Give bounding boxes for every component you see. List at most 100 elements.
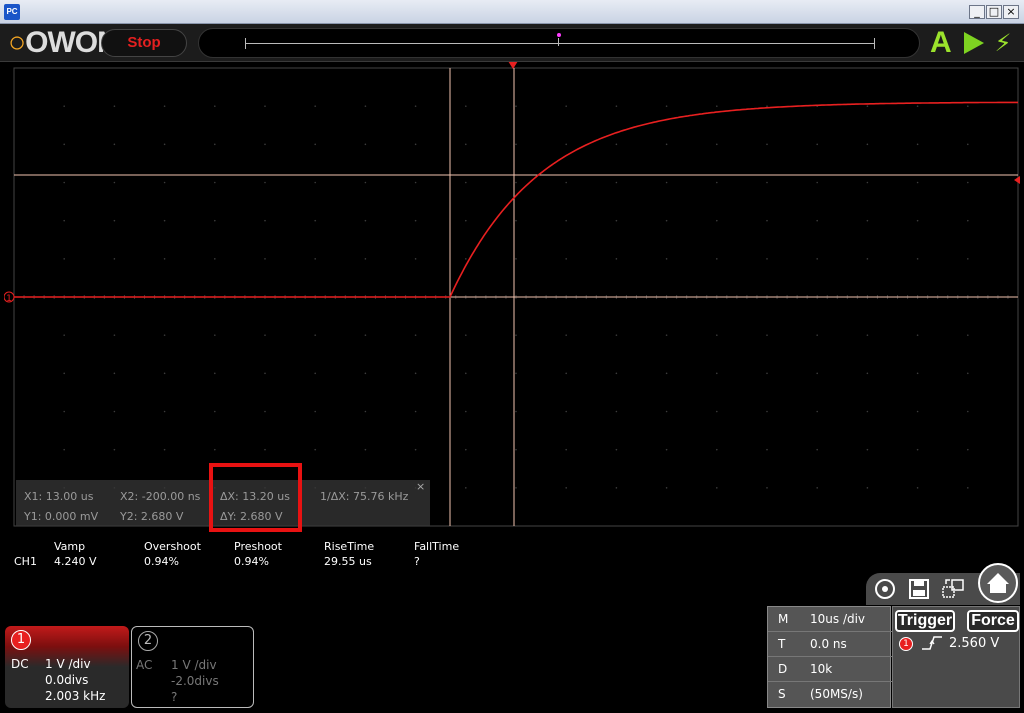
grid-dot	[615, 448, 618, 451]
grid-dot	[515, 448, 517, 451]
grid-dot	[465, 487, 467, 489]
grid-dot	[716, 181, 718, 184]
minimize-button[interactable]: _	[969, 5, 985, 19]
force-trigger-icon[interactable]: ⚡	[992, 29, 1014, 57]
screenshot-icon[interactable]	[870, 575, 900, 603]
grid-dot	[465, 448, 467, 451]
toolbar: ○ OWON Stop A ⚡	[0, 24, 1024, 62]
grid-dot	[615, 258, 618, 260]
waveform-position-bar[interactable]	[198, 28, 920, 58]
trigger-level-value: 2.560 V	[949, 636, 1000, 651]
grid-dot	[665, 219, 668, 222]
cursor-panel-close-icon[interactable]: ×	[416, 480, 425, 493]
grid-dot	[866, 143, 869, 146]
grid-dot	[314, 143, 317, 146]
grid-dot	[63, 334, 65, 336]
grid-dot	[163, 219, 166, 222]
close-button[interactable]: ×	[1003, 5, 1019, 19]
grid-dot	[364, 410, 367, 413]
grid-dot	[314, 334, 317, 336]
grid-dot	[465, 334, 467, 336]
trigger-button[interactable]: Trigger	[895, 610, 955, 632]
grid-dot	[63, 219, 65, 222]
grid-dot	[515, 372, 517, 375]
channel-2-panel[interactable]: 2 AC 1 V /div -2.0divs ?	[131, 626, 254, 708]
grid-dot	[766, 181, 768, 184]
waveform-display[interactable]: 1	[4, 62, 1020, 532]
grid-dot	[63, 181, 65, 184]
title-bar: PC _ □ ×	[0, 0, 1024, 24]
grid-dot	[465, 181, 467, 184]
swap-icon[interactable]	[938, 575, 968, 603]
grid-dot	[264, 143, 266, 146]
grid-dot	[314, 448, 317, 451]
grid-dot	[465, 410, 467, 413]
grid-dot	[816, 258, 818, 260]
timebase-row-s[interactable]: S (50MS/s)	[768, 682, 892, 707]
grid-dot	[515, 143, 517, 146]
grid-dot	[214, 181, 216, 184]
grid-dot	[665, 448, 668, 451]
timebase-row-m[interactable]: M 10us /div	[768, 607, 892, 632]
timebase-panel[interactable]: M 10us /div T 0.0 ns D 10k S (50MS/s)	[767, 606, 892, 708]
grid-dot	[967, 487, 969, 489]
timebase-row-t[interactable]: T 0.0 ns	[768, 632, 892, 657]
channel-1-panel[interactable]: 1 DC 1 V /div 0.0divs 2.003 kHz	[5, 626, 129, 708]
grid-dot	[565, 410, 567, 413]
grid-dot	[113, 448, 116, 451]
timebase-key-s: S	[778, 687, 786, 701]
grid-dot	[565, 487, 567, 489]
grid-dot	[967, 143, 969, 146]
grid-dot	[967, 258, 969, 260]
cursor-y1-value: Y1: 0.000 mV	[24, 510, 99, 523]
grid-dot	[716, 448, 718, 451]
auto-icon[interactable]: A	[930, 28, 956, 58]
grid-dot	[314, 181, 317, 184]
home-icon[interactable]	[978, 563, 1018, 603]
grid-dot	[916, 487, 919, 489]
grid-dot	[264, 334, 266, 336]
timeline-position-marker[interactable]	[557, 33, 561, 37]
timebase-key-m: M	[778, 612, 789, 626]
grid-dot	[264, 258, 266, 260]
grid-dot	[163, 334, 166, 336]
grid-dot	[364, 219, 367, 222]
timebase-row-d[interactable]: D 10k	[768, 657, 892, 682]
grid-dot	[816, 219, 818, 222]
grid-dot	[866, 372, 869, 375]
grid-dot	[364, 448, 367, 451]
grid-dot	[264, 105, 266, 107]
measure-header-preshoot: Preshoot	[234, 540, 282, 553]
grid-dot	[214, 410, 216, 413]
grid-dot	[163, 410, 166, 413]
grid-dot	[916, 448, 919, 451]
grid-dot	[314, 219, 317, 222]
grid-dot	[665, 334, 668, 336]
maximize-button[interactable]: □	[986, 5, 1002, 19]
grid-dot	[414, 410, 417, 413]
grid-dot	[665, 181, 668, 184]
run-icon[interactable]	[964, 32, 984, 54]
grid-dot	[314, 410, 317, 413]
grid-dot	[314, 258, 317, 260]
run-stop-button[interactable]: Stop	[101, 29, 187, 57]
grid-dot	[364, 258, 367, 260]
channel-2-frequency: ?	[171, 690, 178, 704]
grid-dot	[716, 372, 718, 375]
grid-dot	[565, 258, 567, 260]
save-icon[interactable]	[904, 575, 934, 603]
rising-edge-icon[interactable]	[921, 635, 943, 655]
trigger-channel-badge: 1	[899, 637, 913, 651]
timebase-key-d: D	[778, 662, 788, 676]
force-button[interactable]: Force	[967, 610, 1019, 632]
grid-dot	[916, 105, 919, 107]
measure-falltime-value: ?	[414, 555, 420, 568]
measure-vamp-value: 4.240 V	[54, 555, 97, 568]
grid-dot	[214, 143, 216, 146]
grid-dot	[515, 181, 517, 184]
timeline-center-tick	[558, 38, 559, 46]
measure-header-overshoot: Overshoot	[144, 540, 201, 553]
grid-dot	[766, 487, 768, 489]
grid-dot	[113, 258, 116, 260]
grid-dot	[515, 219, 517, 222]
